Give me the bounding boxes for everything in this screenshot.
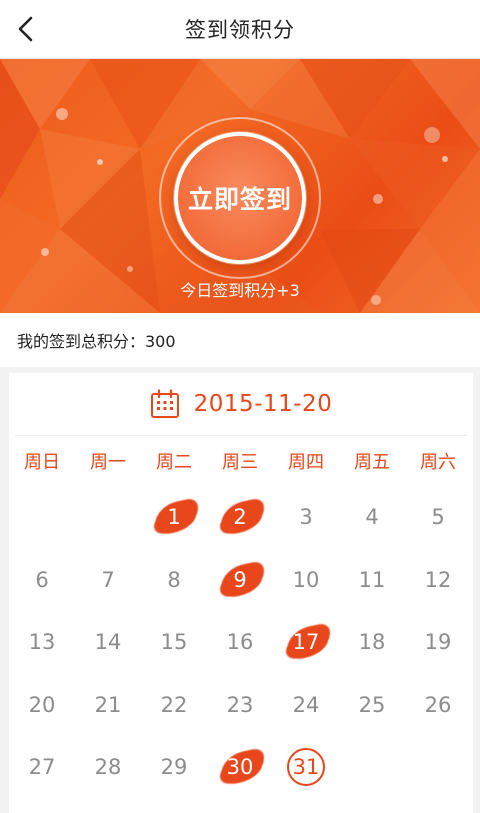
weekday-label: 周三 bbox=[222, 452, 258, 473]
day-cell[interactable]: 23 bbox=[207, 674, 273, 737]
weekday-label: 周一 bbox=[90, 452, 126, 473]
day-cell[interactable]: 18 bbox=[339, 611, 405, 674]
day-cell[interactable]: 3 bbox=[273, 486, 339, 549]
day-cell[interactable]: 29 bbox=[141, 736, 207, 799]
day-cell[interactable]: 11 bbox=[339, 549, 405, 612]
day-number: 14 bbox=[94, 630, 122, 655]
total-points-row: 我的签到总积分：300 bbox=[0, 313, 480, 367]
day-cell[interactable]: 12 bbox=[405, 549, 471, 612]
day-cell[interactable]: 15 bbox=[141, 611, 207, 674]
day-cell[interactable]: 25 bbox=[339, 674, 405, 737]
day-number: 24 bbox=[292, 692, 320, 717]
day-number: 11 bbox=[358, 567, 386, 592]
day-signed[interactable]: 17 bbox=[273, 611, 339, 674]
calendar-header: 2015-11-20 bbox=[15, 373, 467, 436]
day-number: 6 bbox=[35, 567, 49, 592]
day-number: 19 bbox=[424, 630, 452, 655]
day-number: 8 bbox=[167, 567, 181, 592]
day-number: 2 bbox=[233, 505, 247, 530]
day-signed[interactable]: 2 bbox=[207, 486, 273, 549]
checkin-button[interactable]: 立即签到 bbox=[174, 132, 306, 264]
day-empty bbox=[75, 486, 141, 549]
checkin-calendar: 2015-11-20 周日 周一 周二 周三 周四 周五 周六 1 2 3 4 5 6 7 8 9 10 11 1… bbox=[9, 373, 473, 813]
today-points-text: 今日签到积分+3 bbox=[180, 281, 300, 300]
day-cell[interactable]: 24 bbox=[273, 674, 339, 737]
day-today[interactable]: 31 bbox=[273, 736, 339, 799]
day-cell[interactable]: 20 bbox=[9, 674, 75, 737]
page-title: 签到领积分 bbox=[185, 18, 295, 42]
day-number: 7 bbox=[101, 567, 115, 592]
day-cell[interactable]: 19 bbox=[405, 611, 471, 674]
day-number: 22 bbox=[160, 692, 188, 717]
day-cell[interactable]: 8 bbox=[141, 549, 207, 612]
day-number: 16 bbox=[226, 630, 254, 655]
day-number: 5 bbox=[431, 505, 445, 530]
weekday-label: 周五 bbox=[354, 452, 390, 473]
day-grid: 1 2 3 4 5 6 7 8 9 10 11 12 13 14 15 16 17 18 19 20 21 22 23 24 2… bbox=[9, 486, 473, 799]
weekday-label: 周二 bbox=[156, 452, 192, 473]
day-number: 27 bbox=[28, 755, 56, 780]
day-number: 20 bbox=[28, 692, 56, 717]
day-number: 28 bbox=[94, 755, 122, 780]
day-signed[interactable]: 1 bbox=[141, 486, 207, 549]
day-cell[interactable]: 21 bbox=[75, 674, 141, 737]
weekday-label: 周六 bbox=[420, 452, 456, 473]
day-number: 10 bbox=[292, 567, 320, 592]
day-cell[interactable]: 7 bbox=[75, 549, 141, 612]
day-cell[interactable]: 27 bbox=[9, 736, 75, 799]
day-number: 4 bbox=[365, 505, 379, 530]
navbar: 签到领积分 bbox=[0, 0, 480, 59]
total-points-text: 我的签到总积分：300 bbox=[17, 332, 176, 351]
day-cell[interactable]: 13 bbox=[9, 611, 75, 674]
day-signed[interactable]: 9 bbox=[207, 549, 273, 612]
day-empty bbox=[9, 486, 75, 549]
day-number: 1 bbox=[167, 505, 181, 530]
day-number: 12 bbox=[424, 567, 452, 592]
day-number: 18 bbox=[358, 630, 386, 655]
day-cell[interactable]: 4 bbox=[339, 486, 405, 549]
calendar-date: 2015-11-20 bbox=[193, 391, 333, 417]
day-number: 25 bbox=[358, 692, 386, 717]
day-cell[interactable]: 16 bbox=[207, 611, 273, 674]
day-number: 26 bbox=[424, 692, 452, 717]
day-number: 17 bbox=[292, 630, 320, 655]
day-number: 30 bbox=[226, 755, 254, 780]
day-number: 9 bbox=[233, 567, 247, 592]
day-signed[interactable]: 30 bbox=[207, 736, 273, 799]
day-cell[interactable]: 5 bbox=[405, 486, 471, 549]
day-number: 3 bbox=[299, 505, 313, 530]
day-cell[interactable]: 28 bbox=[75, 736, 141, 799]
day-number: 21 bbox=[94, 692, 122, 717]
day-cell[interactable]: 14 bbox=[75, 611, 141, 674]
back-button[interactable] bbox=[6, 9, 46, 49]
day-cell[interactable]: 10 bbox=[273, 549, 339, 612]
day-number: 23 bbox=[226, 692, 254, 717]
checkin-button-label: 立即签到 bbox=[187, 185, 292, 214]
day-cell[interactable]: 26 bbox=[405, 674, 471, 737]
day-cell[interactable]: 22 bbox=[141, 674, 207, 737]
chevron-left-icon bbox=[18, 16, 33, 42]
day-number: 29 bbox=[160, 755, 188, 780]
checkin-banner: 立即签到 今日签到积分+3 bbox=[0, 59, 480, 313]
calendar-icon bbox=[150, 389, 179, 418]
weekday-row: 周日 周一 周二 周三 周四 周五 周六 bbox=[9, 436, 473, 486]
weekday-label: 周日 bbox=[24, 452, 60, 473]
day-number: 13 bbox=[28, 630, 56, 655]
day-number: 15 bbox=[160, 630, 188, 655]
day-number: 31 bbox=[287, 748, 325, 787]
day-cell[interactable]: 6 bbox=[9, 549, 75, 612]
weekday-label: 周四 bbox=[288, 452, 324, 473]
